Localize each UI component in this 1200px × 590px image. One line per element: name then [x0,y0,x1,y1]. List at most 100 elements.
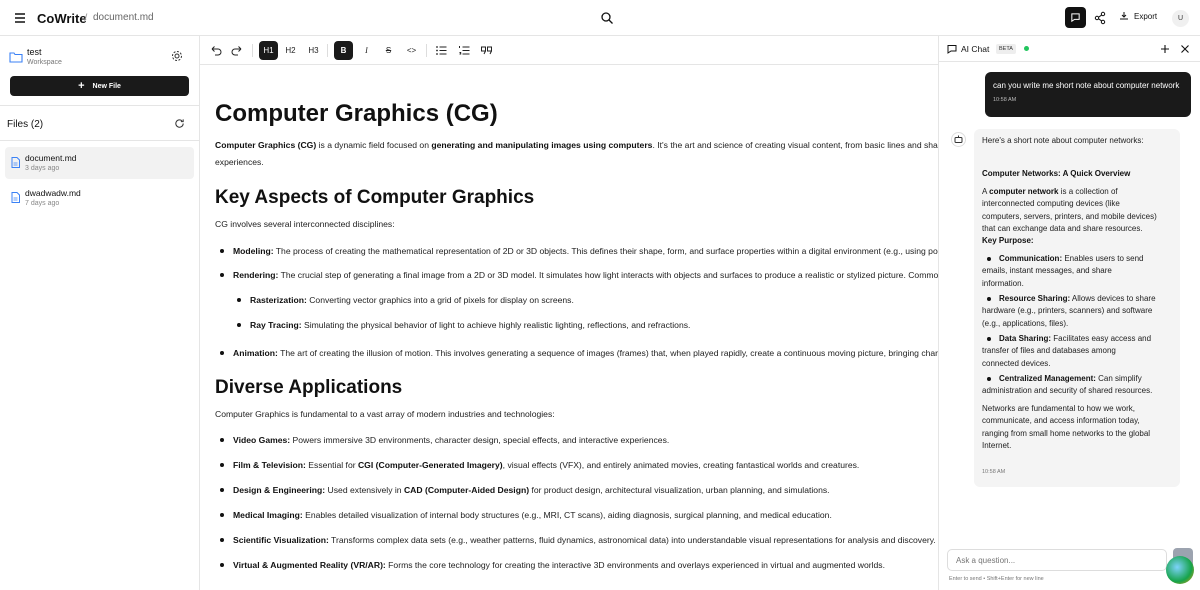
bot-bullet: Centralized Management: Can simplify [999,374,1142,383]
workspace-name: test [27,47,42,57]
code-button[interactable]: <> [402,41,421,60]
toolbar-divider [252,44,253,57]
ai-chat-panel: AI Chat BETA can you write me short note… [938,36,1200,590]
new-file-button[interactable]: + New File [10,76,189,96]
bot-text: Networks are fundamental to how we work, [982,404,1135,413]
list-item: Design & Engineering: Used extensively i… [220,485,830,495]
floating-assistant-icon[interactable] [1166,556,1194,584]
share-icon[interactable] [1093,11,1107,25]
refresh-icon[interactable] [174,118,185,129]
file-date: 3 days ago [25,165,60,172]
bot-text: Here's a short note about computer netwo… [982,136,1144,145]
download-icon [1120,12,1128,20]
undo-icon[interactable] [206,41,225,60]
list-item: Rasterization: Converting vector graphic… [237,295,574,305]
bot-text: that can exchange data and share resourc… [982,224,1143,233]
folder-icon [9,52,23,63]
files-title: Files (2) [7,119,44,130]
bot-text: administration and security of shared re… [982,386,1153,395]
message-icon [947,45,957,54]
list-item: Animation: The art of creating the illus… [220,348,938,358]
list-item: Ray Tracing: Simulating the physical beh… [237,320,690,330]
chat-header: AI Chat BETA [939,36,1200,62]
bullet-list-icon[interactable] [432,41,451,60]
assistant-message: Here's a short note about computer netwo… [974,129,1180,487]
bot-heading: Computer Networks: A Quick Overview [982,169,1131,178]
divider [0,140,200,141]
file-item-document[interactable]: document.md 3 days ago [5,147,194,179]
bot-text: communicate, and access information toda… [982,416,1140,425]
beta-badge: BETA [996,44,1016,54]
search-icon[interactable] [600,11,614,25]
bot-icon [951,132,966,147]
close-icon[interactable] [1180,44,1190,54]
list-item: Virtual & Augmented Reality (VR/AR): For… [220,560,885,570]
strikethrough-button[interactable]: S [379,41,398,60]
bot-text: information. [982,279,1024,288]
workspace-subtitle: Workspace [27,59,62,66]
bullet-dot [987,337,991,341]
file-date: 7 days ago [25,200,60,207]
bot-text: interconnected computing devices (like [982,199,1120,208]
file-name: document.md [25,153,77,163]
quote-icon[interactable] [477,41,496,60]
new-file-label: New File [92,82,121,90]
bot-text: (e.g., applications, files). [982,319,1069,328]
intro-paragraph-line2: experiences. [215,157,264,167]
bot-text: emails, instant messages, and share [982,266,1112,275]
export-button[interactable]: Export [1119,11,1157,21]
list-item: Modeling: The process of creating the ma… [220,246,938,256]
heading1-button[interactable]: H1 [259,41,278,60]
plus-icon: + [78,80,85,92]
user-message: can you write me short note about comput… [985,72,1191,117]
toolbar-divider [327,44,328,57]
bot-subheading: Key Purpose: [982,236,1034,245]
bot-text: transfer of files and databases among [982,346,1116,355]
gear-icon[interactable] [171,50,183,62]
list-item: Video Games: Powers immersive 3D environ… [220,435,669,445]
export-label: Export [1134,11,1158,21]
intro-paragraph: Computer Graphics (CG) is a dynamic fiel… [215,140,938,150]
heading2-button[interactable]: H2 [281,41,300,60]
sidebar: test Workspace + New File Files (2) docu… [0,36,200,590]
divider [0,105,200,106]
bullet-dot [987,377,991,381]
bot-message-time: 10:58 AM [982,469,1006,475]
input-hint: Enter to send • Shift+Enter for new line [949,576,1044,582]
list-item: Film & Television: Essential for CGI (Co… [220,460,859,470]
italic-button[interactable]: I [357,41,376,60]
ordered-list-icon[interactable] [455,41,474,60]
bold-button[interactable]: B [334,41,353,60]
bot-text: Internet. [982,441,1012,450]
bot-bullet: Communication: Enables users to send [999,254,1144,263]
document-editor[interactable]: Computer Graphics (CG) Computer Graphics… [200,66,938,590]
list-item: Rendering: The crucial step of generatin… [220,270,938,280]
app-name: CoWrite [37,11,87,26]
bot-bullet: Resource Sharing: Allows devices to shar… [999,294,1156,303]
bot-text: hardware (e.g., printers, scanners) and … [982,306,1153,315]
list-item: Medical Imaging: Enables detailed visual… [220,510,832,520]
paragraph: Computer Graphics is fundamental to a va… [215,409,555,419]
file-icon [11,157,20,168]
list-item: Scientific Visualization: Transforms com… [220,535,936,545]
heading3-button[interactable]: H3 [304,41,323,60]
bot-text: ranging from small home networks to the … [982,429,1151,438]
message-icon [1071,13,1080,23]
status-dot [1024,46,1029,51]
user-message-text: can you write me short note about comput… [993,81,1180,90]
file-name: dwadwadw.md [25,188,81,198]
file-item-dwadwadw[interactable]: dwadwadw.md 7 days ago [5,182,194,214]
chat-input[interactable] [947,549,1167,571]
menu-icon[interactable] [13,11,27,25]
top-bar: CoWrite / document.md Export U [0,0,1200,36]
new-chat-icon[interactable] [1160,44,1170,54]
section-heading-applications: Diverse Applications [215,377,403,398]
bot-text: computers, servers, printers, and mobile… [982,212,1157,221]
bot-text: A computer network is a collection of [982,187,1118,196]
bullet-dot [987,257,991,261]
toolbar-divider [426,44,427,57]
avatar[interactable]: U [1172,10,1189,27]
chat-toggle-button[interactable] [1065,7,1086,28]
redo-icon[interactable] [228,41,247,60]
editor-toolbar: H1 H2 H3 B I S <> [200,36,938,65]
